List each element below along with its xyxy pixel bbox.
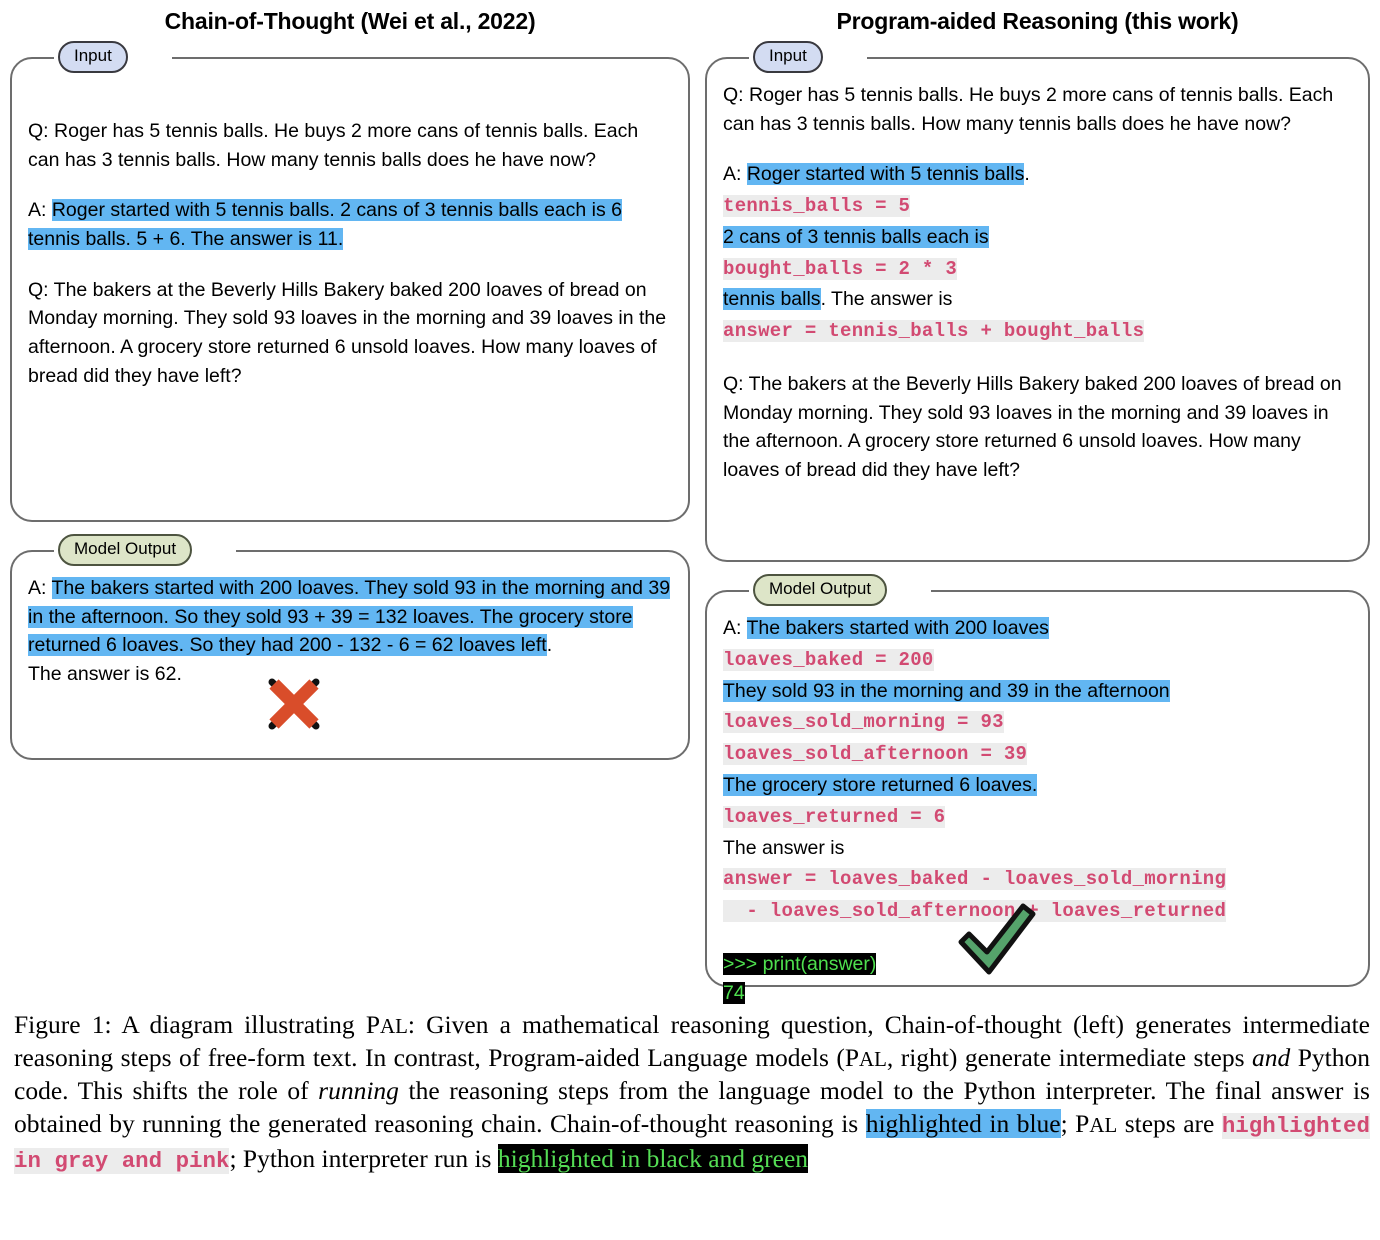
left-output-panel-wrap: Model Output A: The bakers started with …	[10, 534, 690, 760]
code-segment: answer = loaves_baked - loaves_sold_morn…	[723, 868, 1227, 891]
q-text: Roger has 5 tennis balls. He buys 2 more…	[723, 84, 1334, 135]
q-prefix: Q:	[723, 84, 750, 106]
reasoning-line-7: answer = tennis_balls + bought_balls	[723, 316, 1352, 346]
output-line-4: loaves_sold_afternoon = 39	[723, 739, 1352, 769]
caption-italic-running: running	[318, 1076, 399, 1106]
q-text: Roger has 5 tennis balls. He buys 2 more…	[28, 120, 639, 171]
reasoning-line-0: A: Roger started with 5 tennis balls.	[723, 160, 1352, 189]
code-segment: loaves_sold_morning = 93	[723, 711, 1004, 734]
caption-part7: steps are	[1117, 1109, 1222, 1139]
caption-smallcaps-1: AL	[380, 1014, 408, 1038]
code-segment: answer = tennis_balls + bought_balls	[723, 320, 1145, 343]
output-line-5: The grocery store returned 6 loaves.	[723, 771, 1352, 800]
reasoning-line-5: tennis balls. The answer is	[723, 285, 1352, 314]
right-output-label-pill: Model Output	[753, 574, 888, 606]
cross-mark-icon	[258, 668, 330, 745]
q-text: The bakers at the Beverly Hills Bakery b…	[28, 278, 667, 387]
terminal-result-text: 74	[723, 981, 745, 1004]
right-input-label-pill: Input	[753, 41, 823, 73]
caption-terminal-highlight: highlighted in black and green	[497, 1143, 809, 1173]
caption-italic-and: and	[1252, 1043, 1291, 1073]
right-input-reasoning-block: A: Roger started with 5 tennis balls. te…	[723, 160, 1352, 346]
q-prefix: Q:	[28, 120, 55, 142]
left-output-answer: A: The bakers started with 200 loaves. T…	[28, 574, 672, 660]
code-segment: loaves_sold_afternoon = 39	[723, 743, 1028, 766]
reasoning-line-4: bought_balls = 2 * 3	[723, 254, 1352, 284]
left-input-panel: Q: Roger has 5 tennis balls. He buys 2 m…	[10, 57, 690, 522]
right-column-title: Program-aided Reasoning (this work)	[836, 8, 1239, 34]
output-line-2: They sold 93 in the morning and 39 in th…	[723, 677, 1352, 706]
reasoning-line-2: tennis_balls = 5	[723, 191, 1352, 221]
plain-segment: .	[1024, 163, 1030, 186]
right-input-panel-wrap: Input Q: Roger has 5 tennis balls. He bu…	[705, 41, 1370, 562]
a-prefix: A:	[28, 577, 52, 599]
a-prefix: A:	[723, 617, 747, 639]
blue-segment: The bakers started with 200 loaves	[746, 617, 1049, 639]
q-prefix: Q:	[28, 278, 54, 301]
left-input-answer-1: A: Roger started with 5 tennis balls. 2 …	[28, 196, 672, 253]
left-input-question-2: Q: The bakers at the Beverly Hills Baker…	[28, 276, 672, 391]
chain-of-thought-column: Chain-of-Thought (Wei et al., 2022) Inpu…	[10, 0, 690, 760]
caption-smallcaps-2: AL	[859, 1047, 887, 1072]
a-text-highlighted: Roger started with 5 tennis balls. 2 can…	[28, 199, 622, 250]
blue-segment: 2 cans of 3 tennis balls each is	[723, 225, 989, 248]
blue-segment: Roger started with 5 tennis balls	[746, 163, 1025, 186]
left-column-title: Chain-of-Thought (Wei et al., 2022)	[164, 8, 536, 34]
program-aided-reasoning-column: Program-aided Reasoning (this work) Inpu…	[705, 0, 1370, 1004]
right-input-panel: Q: Roger has 5 tennis balls. He buys 2 m…	[705, 57, 1370, 562]
caption-part8: ; Python interpreter run is	[229, 1143, 498, 1173]
left-output-final-line: The answer is 62.	[28, 662, 182, 685]
output-line-3: loaves_sold_morning = 93	[723, 707, 1352, 737]
output-line-6: loaves_returned = 6	[723, 802, 1352, 832]
right-input-question-1: Q: Roger has 5 tennis balls. He buys 2 m…	[723, 81, 1352, 138]
caption-part1: A diagram illustrating P	[111, 1010, 381, 1039]
q-prefix: Q:	[723, 373, 749, 396]
a-prefix: A:	[723, 163, 747, 186]
reasoning-line-3: 2 cans of 3 tennis balls each is	[723, 223, 1352, 252]
right-input-question-2: Q: The bakers at the Beverly Hills Baker…	[723, 370, 1352, 485]
output-line-7: The answer is	[723, 836, 845, 859]
output-line-0: A: The bakers started with 200 loaves	[723, 614, 1352, 643]
caption-smallcaps-3: AL	[1089, 1113, 1118, 1138]
blue-segment: tennis balls	[723, 288, 821, 311]
a-text-highlighted: The bakers started with 200 loaves. They…	[28, 577, 671, 657]
output-line-1: loaves_baked = 200	[723, 645, 1352, 675]
code-segment: loaves_baked = 200	[723, 648, 934, 671]
left-output-label-pill: Model Output	[58, 534, 193, 566]
left-input-label-pill: Input	[58, 41, 128, 73]
figure-diagram: Chain-of-Thought (Wei et al., 2022) Inpu…	[0, 0, 1380, 1005]
a-prefix: A:	[28, 199, 52, 222]
figure-caption: Figure 1: A diagram illustrating PAL: Gi…	[14, 1008, 1370, 1176]
terminal-prompt-text: >>> print(answer)	[723, 953, 877, 976]
left-output-panel: A: The bakers started with 200 loaves. T…	[10, 550, 690, 760]
caption-blue-highlight: highlighted in blue	[865, 1109, 1061, 1139]
q-text: The bakers at the Beverly Hills Bakery b…	[723, 373, 1342, 482]
right-output-panel-wrap: Model Output A: The bakers started with …	[705, 574, 1370, 1004]
a-text-tail: .	[546, 634, 553, 657]
output-line-8: answer = loaves_baked - loaves_sold_morn…	[723, 864, 1352, 894]
caption-part6: ; P	[1060, 1109, 1090, 1139]
caption-part3: , right) generate intermediate steps	[886, 1043, 1253, 1073]
blue-segment: The grocery store returned 6 loaves.	[723, 774, 1038, 797]
left-input-question-1: Q: Roger has 5 tennis balls. He buys 2 m…	[28, 117, 672, 174]
check-mark-icon	[953, 900, 1041, 985]
blue-segment: They sold 93 in the morning and 39 in th…	[723, 679, 1170, 702]
code-segment: tennis_balls = 5	[723, 194, 911, 217]
code-segment: loaves_returned = 6	[723, 805, 946, 828]
caption-label: Figure 1:	[14, 1010, 112, 1039]
code-segment: bought_balls = 2 * 3	[723, 257, 958, 280]
plain-segment: . The answer is	[820, 288, 953, 311]
left-input-panel-wrap: Input Q: Roger has 5 tennis balls. He bu…	[10, 41, 690, 522]
